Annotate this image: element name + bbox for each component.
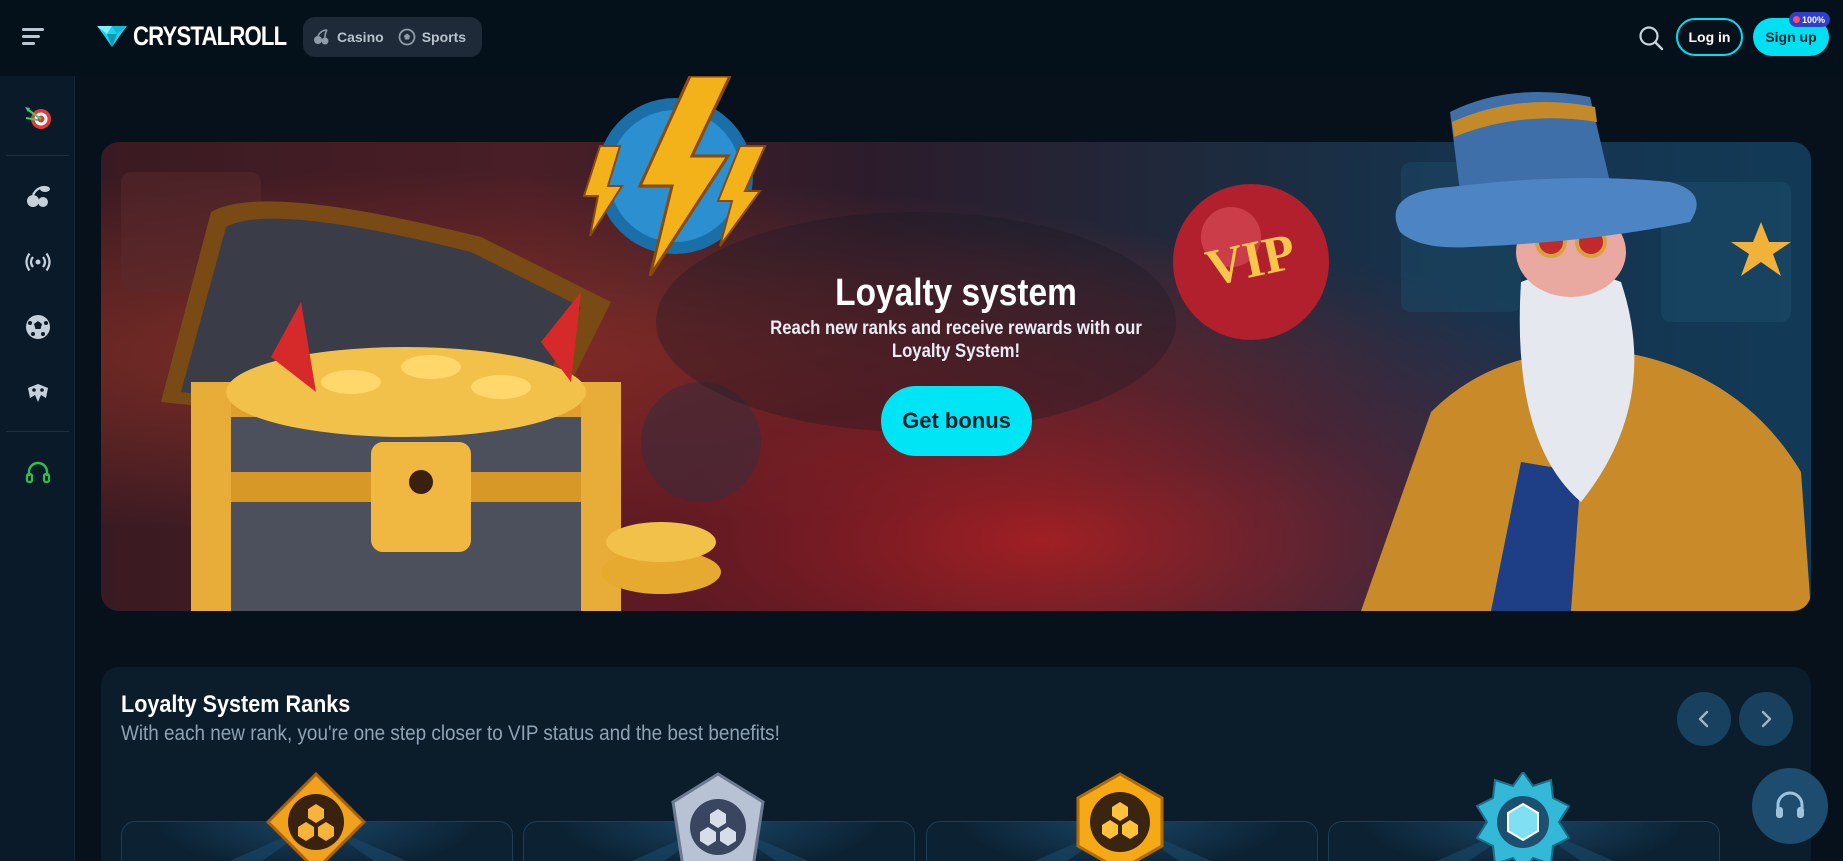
sidebar xyxy=(0,76,75,861)
live-broadcast-icon xyxy=(24,252,51,272)
top-header: CRYSTALROLL Casino Sports Log in Sign up… xyxy=(0,0,1843,76)
sidebar-divider xyxy=(6,155,69,156)
bronze-rank-badge-icon xyxy=(266,772,366,861)
sidebar-item-casino[interactable] xyxy=(0,172,75,222)
chevron-right-icon xyxy=(1761,710,1772,728)
wizard-hat-image xyxy=(1395,92,1697,248)
login-button[interactable]: Log in xyxy=(1676,18,1743,56)
chevron-left-icon xyxy=(1698,710,1709,728)
gift-icon xyxy=(1793,16,1800,23)
main-nav: Casino Sports xyxy=(303,17,482,57)
sidebar-divider xyxy=(6,431,69,432)
nav-casino[interactable]: Casino xyxy=(313,28,384,46)
headset-icon xyxy=(1776,791,1804,818)
signup-badge-text: 100% xyxy=(1802,14,1826,25)
gold-rank-badge-icon xyxy=(1076,772,1164,861)
search-icon[interactable] xyxy=(1637,24,1665,52)
ranks-prev-button[interactable] xyxy=(1677,692,1731,746)
live-support-button[interactable] xyxy=(1752,768,1828,844)
sidebar-item-sports[interactable] xyxy=(0,302,75,352)
get-bonus-button[interactable]: Get bonus xyxy=(881,386,1032,456)
hero-subtitle: Reach new ranks and receive rewards with… xyxy=(770,318,1142,362)
cherries-icon xyxy=(314,29,329,45)
ranks-next-button[interactable] xyxy=(1739,692,1793,746)
sidebar-item-support[interactable] xyxy=(0,448,75,498)
sidebar-item-darts[interactable] xyxy=(0,93,75,143)
nav-casino-label: Casino xyxy=(337,29,384,45)
vip-orb-image: VIP xyxy=(1173,184,1329,340)
headset-icon xyxy=(25,461,50,484)
darts-target-icon xyxy=(24,107,51,129)
logo-text: CRYSTALROLL xyxy=(133,20,287,51)
sidebar-item-games[interactable] xyxy=(0,367,75,417)
lightning-emblem-image xyxy=(582,76,767,276)
nav-sports[interactable]: Sports xyxy=(398,28,466,46)
platinum-rank-badge-icon xyxy=(1475,772,1571,861)
soccer-ball-icon xyxy=(25,315,50,339)
crystal-logo-icon xyxy=(97,26,127,47)
crystalroll-logo[interactable]: CRYSTALROLL xyxy=(95,18,320,54)
soccer-ball-icon xyxy=(398,28,416,46)
cherries-icon xyxy=(26,185,50,207)
silver-rank-badge-icon xyxy=(671,772,765,861)
gamepad-icon xyxy=(27,384,48,402)
nav-sports-label: Sports xyxy=(421,29,467,45)
menu-icon[interactable] xyxy=(22,28,44,46)
hero-title: Loyalty system xyxy=(835,272,1077,314)
ranks-subtitle: With each new rank, you're one step clos… xyxy=(121,722,780,745)
sidebar-item-live[interactable] xyxy=(0,237,75,287)
signup-bonus-badge: 100% xyxy=(1789,12,1831,27)
ranks-title: Loyalty System Ranks xyxy=(121,691,351,718)
